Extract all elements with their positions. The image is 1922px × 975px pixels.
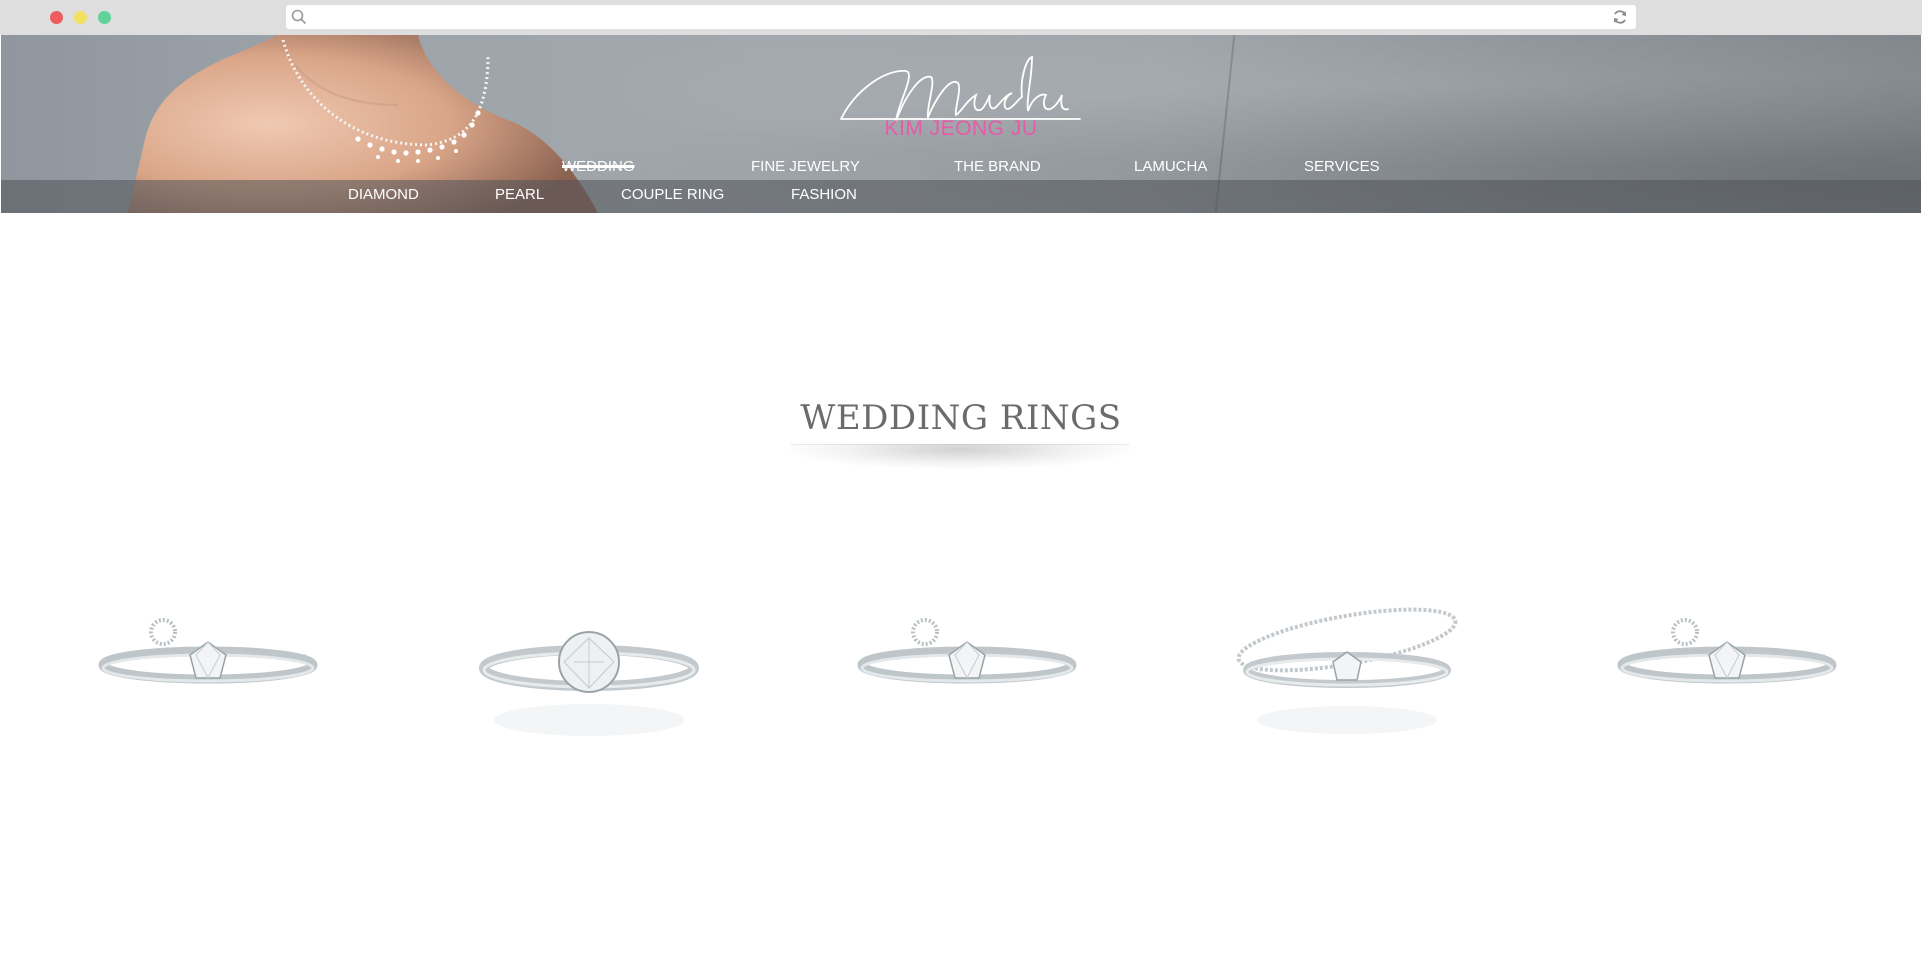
nav-item-services[interactable]: SERVICES: [1304, 158, 1380, 175]
minimize-window-button[interactable]: [74, 11, 87, 24]
main-navigation: WEDDING FINE JEWELRY THE BRAND LAMUCHA S…: [1, 158, 1921, 180]
page-title: WEDDING RINGS: [800, 398, 1122, 438]
subnav-item-fashion[interactable]: FASHION: [791, 186, 857, 203]
hero-header: KIM JEONG JU WEDDING FINE JEWELRY THE BR…: [1, 35, 1921, 213]
reload-icon[interactable]: [1612, 9, 1628, 25]
subnav-item-diamond[interactable]: DIAMOND: [348, 186, 419, 203]
nav-item-the-brand[interactable]: THE BRAND: [954, 158, 1041, 175]
search-icon: [291, 9, 307, 25]
close-window-button[interactable]: [50, 11, 63, 24]
nav-item-fine-jewelry[interactable]: FINE JEWELRY: [751, 158, 860, 175]
ring-3-icon[interactable]: [847, 580, 1087, 760]
address-bar[interactable]: [286, 5, 1636, 29]
nav-item-lamucha[interactable]: LAMUCHA: [1134, 158, 1207, 175]
title-shadow: [780, 444, 1140, 470]
ring-4-icon[interactable]: [1227, 580, 1467, 760]
maximize-window-button[interactable]: [98, 11, 111, 24]
ring-2-icon[interactable]: [469, 580, 709, 760]
browser-toolbar: [0, 0, 1922, 35]
subnav-bar: [1, 180, 1921, 213]
subnav-item-pearl[interactable]: PEARL: [495, 186, 544, 203]
brand-subtitle: KIM JEONG JU: [884, 117, 1038, 140]
nav-item-wedding[interactable]: WEDDING: [562, 158, 635, 175]
subnav-item-couple-ring[interactable]: COUPLE RING: [621, 186, 724, 203]
ring-1-icon[interactable]: [88, 580, 328, 760]
ring-5-icon[interactable]: [1607, 580, 1847, 760]
